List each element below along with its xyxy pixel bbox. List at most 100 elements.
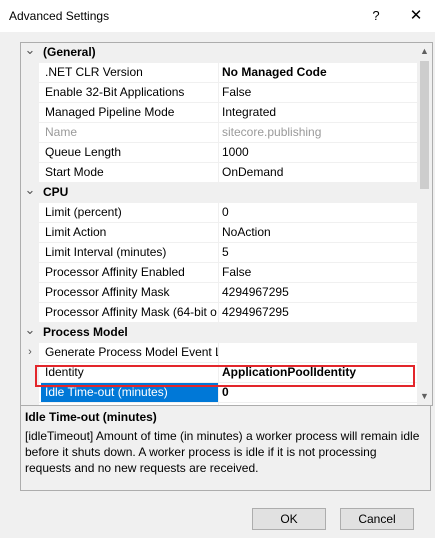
property-name: Processor Affinity Mask (64-bit o — [45, 305, 217, 319]
property-name: Start Mode — [45, 165, 104, 179]
property-row[interactable]: Queue Length 1000 — [21, 143, 417, 163]
ok-button[interactable]: OK — [252, 508, 326, 530]
row-gap — [39, 63, 43, 82]
property-row[interactable]: Processor Affinity Mask 4294967295 — [21, 283, 417, 303]
property-value[interactable]: No Managed Code — [222, 63, 417, 82]
property-name: .NET CLR Version — [45, 65, 143, 79]
chevron-right-icon[interactable]: › — [23, 343, 37, 362]
row-gap — [39, 203, 43, 222]
property-name: Limit (percent) — [45, 205, 122, 219]
row-margin — [21, 123, 39, 142]
row-gap — [39, 243, 43, 262]
category-label: Process Model — [43, 325, 128, 339]
property-row[interactable]: Processor Affinity Mask (64-bit o 4294967… — [21, 303, 417, 323]
column-separator[interactable] — [218, 63, 219, 82]
property-value[interactable]: False — [222, 83, 417, 102]
row-margin — [21, 243, 39, 262]
vertical-scrollbar[interactable]: ▲ ▼ — [417, 43, 432, 405]
row-gap — [39, 163, 43, 182]
property-name: Limit Action — [45, 225, 107, 239]
column-separator[interactable] — [218, 303, 219, 322]
property-value[interactable]: 1000 — [222, 143, 417, 162]
description-panel: Idle Time-out (minutes) [idleTimeout] Am… — [20, 405, 431, 491]
row-margin — [21, 203, 39, 222]
property-row[interactable]: Limit (percent) 0 — [21, 203, 417, 223]
column-separator[interactable] — [218, 223, 219, 242]
row-gap — [39, 103, 43, 122]
row-gap — [39, 303, 43, 322]
row-margin — [21, 263, 39, 282]
cancel-button[interactable]: Cancel — [340, 508, 414, 530]
row-margin — [21, 303, 39, 322]
row-gap — [39, 363, 43, 382]
row-gap — [39, 123, 43, 142]
property-value[interactable]: OnDemand — [222, 163, 417, 182]
category-row[interactable]: ⌄ Process Model — [21, 323, 417, 343]
row-margin — [21, 103, 39, 122]
column-separator[interactable] — [218, 203, 219, 222]
property-row[interactable]: › Generate Process Model Event L — [21, 343, 417, 363]
row-margin — [21, 283, 39, 302]
column-separator[interactable] — [218, 363, 219, 382]
property-row[interactable]: Name sitecore.publishing — [21, 123, 417, 143]
property-name: Identity — [45, 365, 84, 379]
property-row[interactable]: Enable 32-Bit Applications False — [21, 83, 417, 103]
row-gap — [39, 283, 43, 302]
property-rows: ⌄ (General) .NET CLR Version No Managed Cod… — [21, 43, 417, 405]
row-gap — [39, 263, 43, 282]
property-row[interactable]: Limit Action NoAction — [21, 223, 417, 243]
property-name: Managed Pipeline Mode — [45, 105, 175, 119]
property-name: Limit Interval (minutes) — [45, 245, 167, 259]
row-margin — [21, 383, 39, 402]
property-row[interactable]: Identity ApplicationPoolIdentity — [21, 363, 417, 383]
property-value[interactable]: 4294967295 — [222, 303, 417, 322]
property-row[interactable]: Limit Interval (minutes) 5 — [21, 243, 417, 263]
property-value[interactable]: 0 — [222, 203, 417, 222]
property-name: Generate Process Model Event L — [45, 345, 218, 359]
scroll-thumb[interactable] — [420, 61, 429, 189]
column-separator[interactable] — [218, 343, 219, 362]
property-name: Name — [45, 125, 78, 139]
property-row[interactable]: Managed Pipeline Mode Integrated — [21, 103, 417, 123]
scroll-up-icon[interactable]: ▲ — [417, 43, 432, 60]
column-separator[interactable] — [218, 163, 219, 182]
property-value[interactable]: Integrated — [222, 103, 417, 122]
column-separator[interactable] — [218, 263, 219, 282]
category-row[interactable]: ⌄ (General) — [21, 43, 417, 63]
property-value[interactable]: sitecore.publishing — [222, 123, 417, 142]
property-row[interactable]: Start Mode OnDemand — [21, 163, 417, 183]
column-separator[interactable] — [218, 123, 219, 142]
scroll-down-icon[interactable]: ▼ — [417, 388, 432, 405]
property-row[interactable]: .NET CLR Version No Managed Code — [21, 63, 417, 83]
column-separator[interactable] — [218, 143, 219, 162]
property-value[interactable]: ApplicationPoolIdentity — [222, 363, 417, 382]
property-value[interactable]: False — [222, 263, 417, 282]
property-row[interactable]: Idle Time-out (minutes) 0 — [21, 383, 417, 403]
property-value[interactable]: 0 — [222, 383, 417, 402]
category-row[interactable]: ⌄ CPU — [21, 183, 417, 203]
chevron-down-icon[interactable]: ⌄ — [23, 183, 37, 202]
column-separator[interactable] — [218, 283, 219, 302]
property-name: Processor Affinity Enabled — [45, 265, 185, 279]
category-label: CPU — [43, 185, 69, 199]
property-value[interactable]: 5 — [222, 243, 417, 262]
column-separator[interactable] — [218, 83, 219, 102]
chevron-down-icon[interactable]: ⌄ — [23, 323, 37, 342]
close-icon[interactable]: ✕ — [405, 6, 427, 26]
help-icon[interactable]: ? — [365, 6, 387, 26]
title-bar: Advanced Settings ? ✕ — [0, 0, 435, 32]
chevron-down-icon[interactable]: ⌄ — [23, 43, 37, 62]
row-margin — [21, 223, 39, 242]
column-separator[interactable] — [218, 243, 219, 262]
column-separator[interactable] — [218, 103, 219, 122]
row-gap — [39, 83, 43, 102]
row-margin — [21, 363, 39, 382]
property-row[interactable]: Processor Affinity Enabled False — [21, 263, 417, 283]
property-name: Enable 32-Bit Applications — [45, 85, 185, 99]
property-value[interactable]: 4294967295 — [222, 283, 417, 302]
property-grid: ⌄ (General) .NET CLR Version No Managed Cod… — [20, 42, 433, 406]
column-separator[interactable] — [218, 383, 219, 402]
property-name: Idle Time-out (minutes) — [41, 383, 218, 402]
property-value[interactable] — [222, 343, 417, 362]
property-value[interactable]: NoAction — [222, 223, 417, 242]
